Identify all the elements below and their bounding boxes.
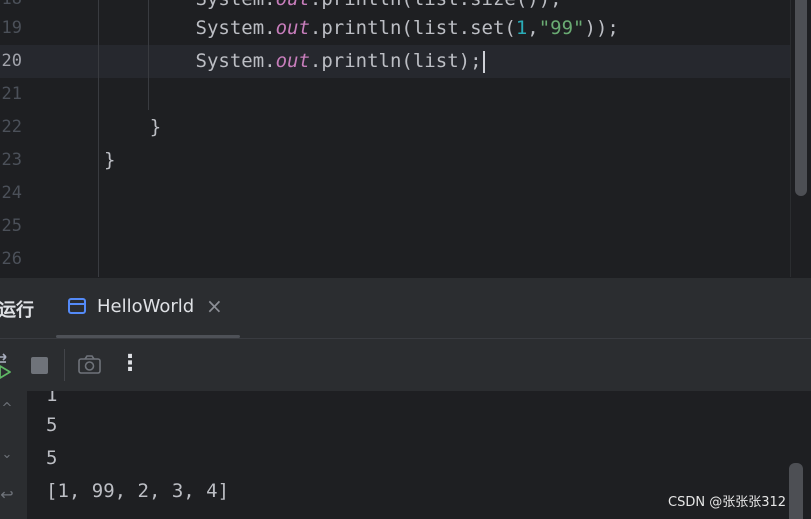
code-token: } <box>149 116 162 138</box>
code-token: .println(list.size()); <box>310 0 562 10</box>
code-text: System.out.println(list.set(1,"99")); <box>104 12 619 45</box>
watermark: CSDN @张张张312 <box>668 495 787 510</box>
code-token: out <box>275 50 310 72</box>
code-token: "99" <box>538 17 585 39</box>
stop-icon[interactable] <box>28 351 56 379</box>
scroll-down-icon[interactable]: ⌄ <box>0 447 17 462</box>
console-line: 5 <box>46 447 58 469</box>
console-scrollbar-thumb[interactable] <box>789 463 803 519</box>
code-token: System. <box>196 0 276 10</box>
code-token: )); <box>584 17 619 39</box>
ide-window: 18 System.out.println(list.size());19 Sy… <box>0 0 811 519</box>
code-token: out <box>276 0 310 10</box>
code-line[interactable]: 19 System.out.println(list.set(1,"99")); <box>0 12 790 45</box>
window-icon <box>68 298 86 314</box>
soft-wrap-icon[interactable]: ↩ <box>0 485 17 504</box>
code-editor[interactable]: 18 System.out.println(list.size());19 Sy… <box>0 0 811 277</box>
tool-window-title: 运行 <box>0 300 34 321</box>
line-number: 22 <box>1 117 22 137</box>
code-line[interactable]: 26 <box>0 243 790 276</box>
console-gutter: ^ ⌄ ↩ <box>0 391 27 519</box>
scroll-up-icon[interactable]: ^ <box>0 401 17 416</box>
tab-label: HelloWorld <box>97 296 195 317</box>
code-token: System. <box>195 50 276 72</box>
line-number: 23 <box>1 150 22 170</box>
tab-helloworld[interactable]: HelloWorld × <box>56 278 240 338</box>
code-token: .println(list); <box>309 50 482 72</box>
console-output[interactable]: ^ ⌄ ↩ 1 5 5 [1, 99, 2, 3, 4] CSDN @张张张31… <box>0 391 811 519</box>
line-number: 21 <box>1 84 22 104</box>
editor-scrollbar[interactable] <box>790 0 811 277</box>
code-token: System. <box>195 17 276 39</box>
line-number: 20 <box>1 51 22 71</box>
line-number: 25 <box>1 216 22 236</box>
code-line[interactable]: 20 System.out.println(list); <box>0 45 790 78</box>
line-number: 24 <box>1 183 22 203</box>
code-line[interactable]: 25 <box>0 210 790 243</box>
code-text: } <box>104 111 161 144</box>
close-icon[interactable]: × <box>206 294 223 318</box>
toolbar-separator <box>64 349 65 381</box>
code-token: .println(list.set( <box>309 17 516 39</box>
camera-icon[interactable] <box>76 351 104 379</box>
code-line[interactable]: 21 <box>0 78 790 111</box>
console-line: [1, 99, 2, 3, 4] <box>46 480 230 502</box>
rerun-icon[interactable] <box>0 351 20 379</box>
run-toolbar: ⋮ <box>0 338 811 391</box>
line-number: 19 <box>1 18 22 38</box>
code-line[interactable]: 24 <box>0 177 790 210</box>
code-token: } <box>104 149 116 171</box>
code-text: System.out.println(list); <box>104 45 485 78</box>
editor-scrollbar-thumb[interactable] <box>795 0 807 196</box>
run-tool-window-header: 运行 HelloWorld × <box>0 277 811 338</box>
console-line: 5 <box>46 414 58 436</box>
code-line[interactable]: 23} <box>0 144 790 177</box>
code-token: , <box>527 17 539 39</box>
code-line[interactable]: 22 } <box>0 111 790 144</box>
code-text: } <box>104 144 115 177</box>
text-caret <box>482 50 485 73</box>
more-options-icon[interactable]: ⋮ <box>116 351 144 379</box>
code-token: out <box>275 17 310 39</box>
code-token: 1 <box>515 17 528 39</box>
line-number: 26 <box>1 249 22 269</box>
